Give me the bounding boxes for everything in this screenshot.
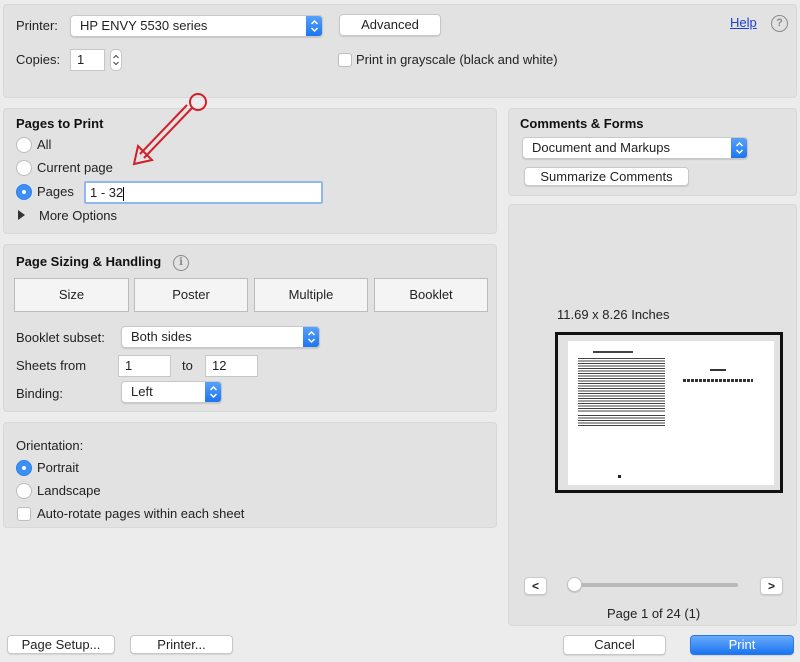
comments-forms-heading: Comments & Forms (520, 116, 644, 131)
binding-label: Binding: (16, 386, 63, 401)
grayscale-label: Print in grayscale (black and white) (356, 52, 558, 67)
binding-value: Left (131, 384, 153, 399)
copies-stepper[interactable] (110, 49, 122, 71)
next-page-button[interactable]: > (760, 577, 783, 595)
page-slider-track[interactable] (570, 583, 738, 587)
sheets-from-input[interactable]: 1 (118, 355, 171, 377)
preview-left-text-2 (578, 415, 665, 427)
radio-pages-label: Pages (37, 184, 74, 199)
printer-select-value: HP ENVY 5530 series (80, 18, 208, 33)
info-icon[interactable]: i (173, 255, 189, 271)
multiple-mode-button[interactable]: Multiple (254, 278, 368, 312)
question-circle-icon[interactable]: ? (771, 15, 788, 32)
grayscale-checkbox[interactable] (338, 53, 352, 67)
printer-label: Printer: (16, 18, 58, 33)
text-cursor (123, 186, 125, 201)
booklet-subset-label: Booklet subset: (16, 330, 105, 345)
booklet-subset-value: Both sides (131, 329, 192, 344)
summarize-comments-button[interactable]: Summarize Comments (524, 167, 689, 186)
cancel-button[interactable]: Cancel (563, 635, 666, 655)
radio-all[interactable] (16, 137, 32, 153)
paper-size-label: 11.69 x 8.26 Inches (557, 307, 670, 322)
more-options-toggle[interactable]: More Options (39, 208, 117, 223)
radio-portrait[interactable] (16, 460, 32, 476)
radio-current-page-label: Current page (37, 160, 113, 175)
pages-to-print-heading: Pages to Print (16, 116, 104, 131)
booklet-subset-select[interactable]: Both sides (121, 326, 320, 348)
poster-mode-button[interactable]: Poster (134, 278, 248, 312)
preview-page-number (618, 475, 621, 478)
comments-forms-value: Document and Markups (532, 140, 671, 155)
radio-current-page[interactable] (16, 160, 32, 176)
radio-landscape[interactable] (16, 483, 32, 499)
advanced-button[interactable]: Advanced (339, 14, 441, 36)
comments-forms-select[interactable]: Document and Markups (522, 137, 748, 159)
stepper-arrows-icon (113, 54, 119, 66)
preview-sheet (568, 341, 774, 485)
page-status: Page 1 of 24 (1) (607, 606, 701, 621)
radio-portrait-label: Portrait (37, 460, 79, 475)
sheets-to-label: to (182, 358, 193, 373)
orientation-heading: Orientation: (16, 438, 84, 453)
copies-label: Copies: (16, 52, 61, 67)
preview-right-title (710, 369, 726, 371)
binding-select[interactable]: Left (121, 381, 222, 403)
popup-stepper-icon (303, 327, 319, 347)
page-slider-thumb[interactable] (567, 577, 582, 592)
sheets-from-label: Sheets from (16, 358, 87, 373)
auto-rotate-checkbox[interactable] (17, 507, 31, 521)
pages-range-input[interactable]: 1 - 32 (84, 181, 323, 204)
preview-left-text (578, 358, 665, 413)
booklet-mode-button[interactable]: Booklet (374, 278, 488, 312)
pages-range-value: 1 - 32 (90, 185, 124, 200)
size-mode-button[interactable]: Size (14, 278, 129, 312)
copies-input[interactable]: 1 (70, 49, 105, 71)
preview-right-subtitle (683, 379, 753, 382)
disclosure-triangle-icon[interactable] (18, 210, 25, 220)
annotation-arrow-icon (132, 93, 207, 166)
print-button[interactable]: Print (690, 635, 794, 655)
page-setup-button[interactable]: Page Setup... (7, 635, 115, 654)
printer-select[interactable]: HP ENVY 5530 series (70, 15, 323, 37)
printer-settings-button[interactable]: Printer... (130, 635, 233, 654)
previous-page-button[interactable]: < (524, 577, 547, 595)
popup-stepper-icon (306, 16, 322, 36)
radio-all-label: All (37, 137, 52, 152)
page-preview (555, 332, 783, 493)
auto-rotate-label: Auto-rotate pages within each sheet (37, 506, 245, 521)
help-link[interactable]: Help (730, 15, 757, 30)
popup-stepper-icon (205, 382, 221, 402)
page-sizing-heading: Page Sizing & Handling (16, 254, 162, 269)
preview-left-title (593, 351, 633, 353)
radio-pages[interactable] (16, 184, 32, 200)
popup-stepper-icon (731, 138, 747, 158)
radio-landscape-label: Landscape (37, 483, 101, 498)
sheets-to-input[interactable]: 12 (205, 355, 258, 377)
